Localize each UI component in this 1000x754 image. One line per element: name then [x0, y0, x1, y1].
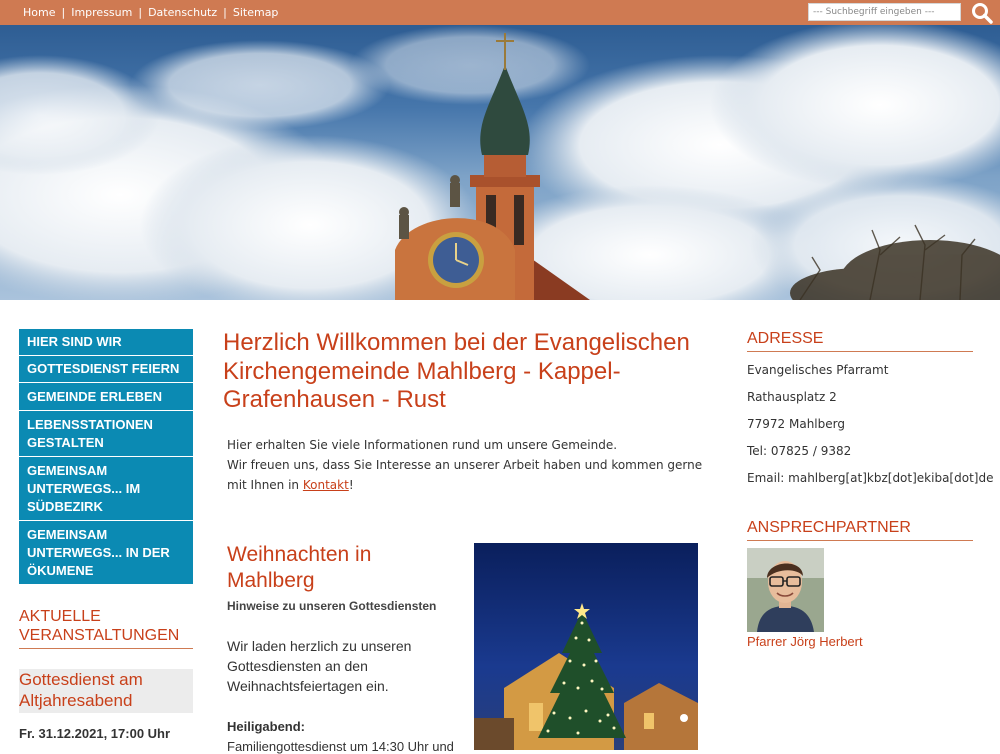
topnav-impressum-link[interactable]: Impressum [71, 6, 132, 19]
topnav-separator: | [61, 6, 66, 19]
intro-text: Hier erhalten Sie viele Informationen ru… [227, 435, 707, 495]
address-line: 77972 Mahlberg [747, 417, 845, 431]
topnav-datenschutz-link[interactable]: Datenschutz [148, 6, 217, 19]
contact-heading: Ansprechpartner [747, 519, 911, 536]
news-more: Familiengottesdienst um 14:30 Uhr und [227, 739, 454, 754]
divider [747, 540, 973, 541]
sidebar-item-label: Gemeinsam unterwegs... in der Ökumene [27, 526, 170, 578]
sidebar-item-label: Gemeinde erleben [27, 388, 163, 404]
sidebar-item-lebensstationen[interactable]: Lebensstationen gestalten [19, 411, 193, 457]
person-photo[interactable] [747, 548, 824, 632]
sidebar-item-label: Gottesdienst feiern [27, 361, 180, 376]
sidebar-item-label: Lebensstationen gestalten [27, 416, 153, 450]
christmas-tree-image[interactable] [474, 543, 698, 750]
hero-image [0, 25, 1000, 300]
event-title-link[interactable]: Gottesdienst am Altjahresabend [19, 669, 193, 713]
topnav-separator: | [138, 6, 143, 19]
top-navigation: Home | Impressum | Datenschutz | Sitemap [23, 0, 278, 25]
sidebar-item-hier-sind-wir[interactable]: Hier sind wir [19, 329, 193, 356]
intro-line-2: Wir freuen uns, dass Sie Interesse an un… [227, 458, 703, 492]
address-line: Rathausplatz 2 [747, 390, 837, 404]
news-body: Wir laden herzlich zu unseren Gottesdien… [227, 638, 412, 694]
church-tower-image [0, 25, 1000, 300]
search-input[interactable]: --- Suchbegriff eingeben --- [808, 3, 961, 21]
sidebar-item-suedbezirk[interactable]: Gemeinsam unterwegs... im Südbezirk [19, 457, 193, 521]
sidebar-item-label: Gemeinsam unterwegs... im Südbezirk [27, 462, 141, 514]
portrait-photo [747, 548, 824, 632]
sidebar-navigation: Hier sind wir Gottesdienst feiern Gemein… [19, 329, 193, 585]
intro-line-1: Hier erhalten Sie viele Informationen ru… [227, 438, 618, 452]
events-heading: Aktuelle Veranstaltungen [19, 608, 180, 644]
event-date: Fr. 31.12.2021, 17:00 Uhr [19, 726, 171, 741]
news-title[interactable]: Weihnachten in Mahlberg [227, 542, 447, 594]
sidebar-item-gottesdienst[interactable]: Gottesdienst feiern [19, 356, 193, 383]
topnav-separator: | [223, 6, 227, 19]
page-title: Herzlich Willkommen bei der Evangelische… [223, 329, 690, 413]
news-label: Heiligabend: [227, 719, 306, 734]
topnav-sitemap-link[interactable]: Sitemap [233, 6, 279, 19]
address-phone: Tel: 07825 / 9382 [747, 444, 852, 458]
sidebar-item-gemeinde[interactable]: Gemeinde erleben [19, 383, 193, 411]
news-subtitle: Hinweise zu unseren Gottesdiensten [227, 599, 437, 613]
address-heading: Adresse [747, 330, 824, 347]
search-icon [972, 2, 993, 24]
christmas-tree-photo [474, 543, 698, 750]
divider [747, 351, 973, 352]
search-button[interactable] [968, 0, 996, 25]
contact-name-link[interactable]: Pfarrer Jörg Herbert [747, 634, 863, 649]
contact-link[interactable]: Kontakt [303, 478, 349, 492]
divider [19, 648, 193, 649]
address-line: Evangelisches Pfarramt [747, 363, 889, 377]
intro-end: ! [348, 478, 354, 492]
topnav-home-link[interactable]: Home [23, 6, 55, 19]
sidebar-item-oekumene[interactable]: Gemeinsam unterwegs... in der Ökumene [19, 521, 193, 585]
address-email: Email: mahlberg[at]kbz[dot]ekiba[dot]de [747, 471, 994, 485]
sidebar-item-label: Hier sind wir [27, 334, 122, 349]
